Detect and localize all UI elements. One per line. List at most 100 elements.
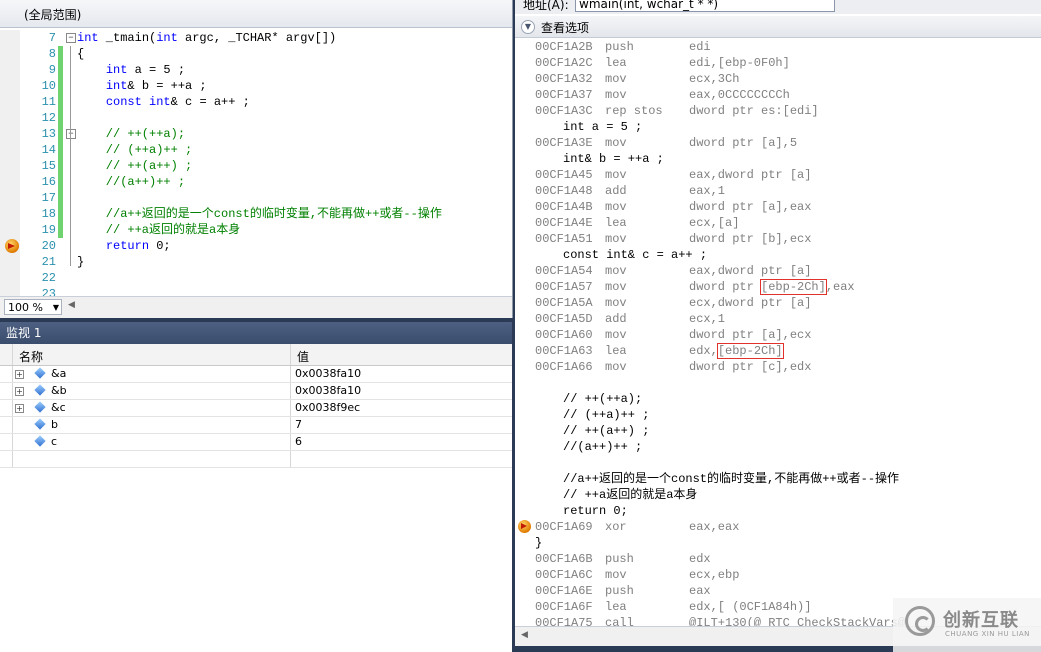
scroll-left-icon[interactable]: ◀ <box>521 630 528 640</box>
watch-value-cell[interactable]: 0x0038fa10 <box>290 366 513 382</box>
code-line[interactable]: 9 int a = 5 ; <box>0 62 512 78</box>
code-line[interactable]: 22 <box>0 270 512 286</box>
disassembly-area[interactable]: 00CF1A2B push edi 00CF1A2C lea edi,[ebp-0F0h]… <box>515 38 1041 626</box>
breakpoint-gutter[interactable] <box>0 190 20 206</box>
breakpoint-gutter[interactable] <box>0 94 20 110</box>
watch-value-cell[interactable]: 0x0038fa10 <box>290 383 513 399</box>
breakpoint-gutter[interactable] <box>0 254 20 270</box>
code-line[interactable]: 11 const int& c = a++ ; <box>0 94 512 110</box>
code-line[interactable]: 17 <box>0 190 512 206</box>
breakpoint-gutter[interactable] <box>0 78 20 94</box>
breakpoint-gutter[interactable] <box>0 142 20 158</box>
asm-line[interactable]: 00CF1A5A mov ecx,dword ptr [a] <box>515 295 1041 311</box>
view-options-toggle[interactable]: ▼ 查看选项 <box>515 16 1041 38</box>
address-input[interactable]: wmain(int, wchar_t * *) <box>575 0 835 12</box>
watch-row[interactable]: c6 <box>0 434 512 451</box>
breakpoint-gutter[interactable] <box>0 158 20 174</box>
watch-row[interactable]: + &b 0x0038fa10 <box>0 383 512 400</box>
asm-line[interactable]: 00CF1A6C mov ecx,ebp <box>515 567 1041 583</box>
source-line[interactable]: //a++返回的是一个const的临时变量,不能再做++或者--操作 <box>515 471 1041 487</box>
watch-value-cell[interactable]: 6 <box>290 434 513 450</box>
watch-name-cell[interactable]: &c <box>12 400 291 416</box>
collapse-icon[interactable]: − <box>66 33 76 43</box>
asm-line[interactable]: 00CF1A48 add eax,1 <box>515 183 1041 199</box>
asm-line[interactable]: 00CF1A3E mov dword ptr [a],5 <box>515 135 1041 151</box>
watch-row[interactable]: + &a 0x0038fa10 <box>0 366 512 383</box>
asm-line[interactable]: 00CF1A5D add ecx,1 <box>515 311 1041 327</box>
asm-line[interactable]: 00CF1A54 mov eax,dword ptr [a] <box>515 263 1041 279</box>
watch-row[interactable]: + &c 0x0038f9ec <box>0 400 512 417</box>
watch-name-cell[interactable]: &a <box>12 366 291 382</box>
watch-name-cell[interactable]: &b <box>12 383 291 399</box>
code-line[interactable]: 23 <box>0 286 512 296</box>
asm-line[interactable]: 00CF1A51 mov dword ptr [b],ecx <box>515 231 1041 247</box>
asm-line[interactable]: 00CF1A57 mov dword ptr [ebp-2Ch],eax <box>515 279 1041 295</box>
zoom-dropdown[interactable]: 100 % ▼ <box>4 299 62 315</box>
asm-line[interactable]: 00CF1A60 mov dword ptr [a],ecx <box>515 327 1041 343</box>
code-area[interactable]: 7− int _tmain(int argc, _TCHAR* argv[]) 8{… <box>0 28 512 296</box>
asm-line[interactable]: 00CF1A66 mov dword ptr [c],edx <box>515 359 1041 375</box>
line-number: 9 <box>48 63 56 77</box>
watch-value-cell[interactable]: 7 <box>290 417 513 433</box>
code-line[interactable]: 10 int& b = ++a ; <box>0 78 512 94</box>
breakpoint-gutter[interactable] <box>0 30 20 46</box>
breakpoint-gutter[interactable] <box>0 62 20 78</box>
code-line[interactable]: 21} <box>0 254 512 270</box>
asm-line[interactable]: 00CF1A45 mov eax,dword ptr [a] <box>515 167 1041 183</box>
watch-name-cell[interactable]: b <box>12 417 291 433</box>
source-line[interactable]: } <box>515 535 1041 551</box>
watch-empty-row[interactable] <box>0 451 512 468</box>
breakpoint-gutter[interactable] <box>0 46 20 62</box>
asm-line[interactable]: 00CF1A4E lea ecx,[a] <box>515 215 1041 231</box>
breakpoint-gutter[interactable] <box>0 286 20 296</box>
source-line[interactable]: return 0; <box>515 503 1041 519</box>
code-line[interactable]: 8{ <box>0 46 512 62</box>
asm-line[interactable]: 00CF1A32 mov ecx,3Ch <box>515 71 1041 87</box>
code-line[interactable]: 13− // ++(++a); <box>0 126 512 142</box>
source-line[interactable]: // ++a返回的就是a本身 <box>515 487 1041 503</box>
asm-line[interactable]: 00CF1A2C lea edi,[ebp-0F0h] <box>515 55 1041 71</box>
breakpoint-gutter[interactable] <box>0 110 20 126</box>
asm-line[interactable]: 00CF1A63 lea edx,[ebp-2Ch] <box>515 343 1041 359</box>
column-header-name[interactable]: 名称 <box>12 344 291 365</box>
code-editor[interactable]: (全局范围) 7− int _tmain(int argc, _TCHAR* ar… <box>0 0 513 318</box>
asm-line[interactable]: 00CF1A6E push eax <box>515 583 1041 599</box>
source-line[interactable]: const int& c = a++ ; <box>515 247 1041 263</box>
asm-line[interactable]: 00CF1A2B push edi <box>515 39 1041 55</box>
asm-mnemonic: mov <box>605 280 627 294</box>
asm-line[interactable]: 00CF1A69 xor eax,eax <box>515 519 1041 535</box>
breakpoint-gutter[interactable] <box>0 222 20 238</box>
asm-line[interactable]: 00CF1A37 mov eax,0CCCCCCCCh <box>515 87 1041 103</box>
asm-line[interactable]: 00CF1A3C rep stos dword ptr es:[edi] <box>515 103 1041 119</box>
code-line[interactable]: 15 // ++(a++) ; <box>0 158 512 174</box>
source-line[interactable]: //(a++)++ ; <box>515 439 1041 455</box>
watch-name-cell[interactable]: c <box>12 434 291 450</box>
code-line[interactable]: 20 return 0; <box>0 238 512 254</box>
watch-value-cell[interactable]: 0x0038f9ec <box>290 400 513 416</box>
code-line[interactable]: 12 <box>0 110 512 126</box>
asm-line[interactable]: 00CF1A6B push edx <box>515 551 1041 567</box>
watch-name-cell[interactable] <box>12 451 291 467</box>
source-line[interactable]: // ++(a++) ; <box>515 423 1041 439</box>
breakpoint-gutter[interactable] <box>0 126 20 142</box>
source-line[interactable]: int a = 5 ; <box>515 119 1041 135</box>
watch-row[interactable]: b7 <box>0 417 512 434</box>
code-line[interactable]: 19 // ++a返回的就是a本身 <box>0 222 512 238</box>
breakpoint-gutter[interactable] <box>0 270 20 286</box>
column-header-value[interactable]: 值 <box>290 344 513 365</box>
code-line[interactable]: 14 // (++a)++ ; <box>0 142 512 158</box>
scroll-left-icon[interactable]: ◀ <box>68 300 75 310</box>
source-line[interactable]: int& b = ++a ; <box>515 151 1041 167</box>
code-line[interactable]: 18 //a++返回的是一个const的临时变量,不能再做++或者--操作 <box>0 206 512 222</box>
collapse-icon[interactable]: − <box>66 129 76 139</box>
code-line[interactable]: 16 //(a++)++ ; <box>0 174 512 190</box>
source-line[interactable]: // (++a)++ ; <box>515 407 1041 423</box>
breakpoint-gutter[interactable] <box>0 174 20 190</box>
watch-title[interactable]: 监视 1 <box>0 322 512 344</box>
scope-dropdown[interactable]: (全局范围) <box>0 0 512 28</box>
source-line[interactable]: // ++(++a); <box>515 391 1041 407</box>
asm-line[interactable]: 00CF1A4B mov dword ptr [a],eax <box>515 199 1041 215</box>
watch-value-cell[interactable] <box>290 451 513 467</box>
breakpoint-gutter[interactable] <box>0 206 20 222</box>
code-line[interactable]: 7− int _tmain(int argc, _TCHAR* argv[]) <box>0 30 512 46</box>
